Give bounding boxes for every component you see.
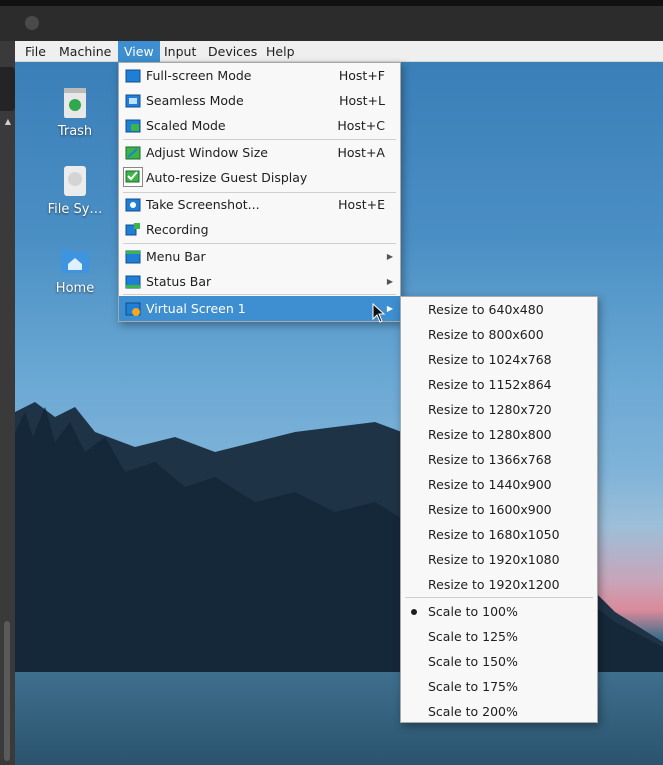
home-folder-icon: [58, 243, 92, 277]
submenu-item-resize-1024x768[interactable]: Resize to 1024x768: [401, 347, 597, 372]
menu-item-auto-resize[interactable]: Auto-resize Guest Display: [119, 165, 400, 190]
submenu-item-resize-800x600[interactable]: Resize to 800x600: [401, 322, 597, 347]
menu-item-recording[interactable]: Recording: [119, 217, 400, 242]
menu-file[interactable]: File: [19, 41, 52, 62]
host-title-bar: [0, 0, 663, 41]
virtual-screen-icon: [125, 300, 141, 316]
menu-item-scaled[interactable]: Scaled Mode Host+C: [119, 113, 400, 138]
drive-icon: [58, 164, 92, 198]
desktop-icon-home[interactable]: Home: [39, 243, 111, 296]
submenu-item-scale-200[interactable]: Scale to 200%: [401, 699, 597, 724]
desktop-icon-filesystem[interactable]: File Sy…: [39, 164, 111, 217]
trash-icon: [58, 86, 92, 120]
submenu-item-resize-1600x900[interactable]: Resize to 1600x900: [401, 497, 597, 522]
menu-item-take-screenshot[interactable]: Take Screenshot... Host+E: [119, 192, 400, 217]
adjust-window-icon: [125, 144, 141, 160]
status-bar-icon: [125, 273, 141, 289]
host-left-panel: ▲: [0, 41, 15, 765]
scroll-up-arrow-icon[interactable]: ▲: [3, 117, 13, 127]
menu-devices[interactable]: Devices: [202, 41, 263, 62]
mouse-cursor-icon: [372, 303, 386, 323]
submenu-item-resize-640x480[interactable]: Resize to 640x480: [401, 297, 597, 322]
window-control-button[interactable]: [25, 16, 39, 30]
recording-icon: [125, 221, 141, 237]
submenu-item-resize-1920x1200[interactable]: Resize to 1920x1200: [401, 572, 597, 597]
submenu-item-resize-1280x800[interactable]: Resize to 1280x800: [401, 422, 597, 447]
menu-item-adjust-window[interactable]: Adjust Window Size Host+A: [119, 140, 400, 165]
vm-menu-bar: File Machine View Input Devices Help: [15, 41, 663, 62]
submenu-arrow-icon: ▶: [386, 277, 393, 286]
desktop-icon-trash[interactable]: Trash: [39, 86, 111, 139]
submenu-item-scale-150[interactable]: Scale to 150%: [401, 649, 597, 674]
submenu-item-resize-1152x864[interactable]: Resize to 1152x864: [401, 372, 597, 397]
submenu-item-resize-1920x1080[interactable]: Resize to 1920x1080: [401, 547, 597, 572]
submenu-item-scale-100[interactable]: Scale to 100%: [401, 599, 597, 624]
submenu-arrow-icon: ▶: [386, 304, 393, 313]
submenu-item-scale-175[interactable]: Scale to 175%: [401, 674, 597, 699]
menu-separator: [123, 294, 396, 295]
submenu-item-resize-1280x720[interactable]: Resize to 1280x720: [401, 397, 597, 422]
virtual-screen-submenu: Resize to 640x480 Resize to 800x600 Resi…: [400, 296, 598, 723]
scrollbar[interactable]: [4, 621, 10, 761]
fullscreen-icon: [125, 67, 141, 83]
menu-machine[interactable]: Machine: [53, 41, 117, 62]
desktop-icon-label: Trash: [57, 124, 93, 139]
submenu-item-scale-125[interactable]: Scale to 125%: [401, 624, 597, 649]
menu-item-virtual-screen-1[interactable]: Virtual Screen 1 ▶: [119, 296, 400, 321]
auto-resize-checkbox-icon: [123, 167, 143, 187]
menu-input[interactable]: Input: [158, 41, 202, 62]
scaled-icon: [125, 117, 141, 133]
host-side-panel: [0, 67, 15, 111]
submenu-item-resize-1440x900[interactable]: Resize to 1440x900: [401, 472, 597, 497]
menu-item-menu-bar[interactable]: Menu Bar ▶: [119, 244, 400, 269]
menu-item-status-bar[interactable]: Status Bar ▶: [119, 269, 400, 294]
submenu-arrow-icon: ▶: [386, 252, 393, 261]
seamless-icon: [125, 92, 141, 108]
view-menu: Full-screen Mode Host+F Seamless Mode Ho…: [118, 62, 401, 322]
desktop-icon-label: File Sy…: [47, 202, 103, 217]
menu-separator: [405, 597, 593, 598]
desktop-icon-label: Home: [55, 281, 95, 296]
submenu-item-resize-1366x768[interactable]: Resize to 1366x768: [401, 447, 597, 472]
menu-view[interactable]: View: [118, 41, 160, 62]
menu-item-seamless[interactable]: Seamless Mode Host+L: [119, 88, 400, 113]
menu-item-fullscreen[interactable]: Full-screen Mode Host+F: [119, 63, 400, 88]
screenshot-icon: [125, 196, 141, 212]
menu-bar-icon: [125, 248, 141, 264]
selected-bullet-icon: [411, 609, 417, 615]
menu-help[interactable]: Help: [260, 41, 301, 62]
submenu-item-resize-1680x1050[interactable]: Resize to 1680x1050: [401, 522, 597, 547]
